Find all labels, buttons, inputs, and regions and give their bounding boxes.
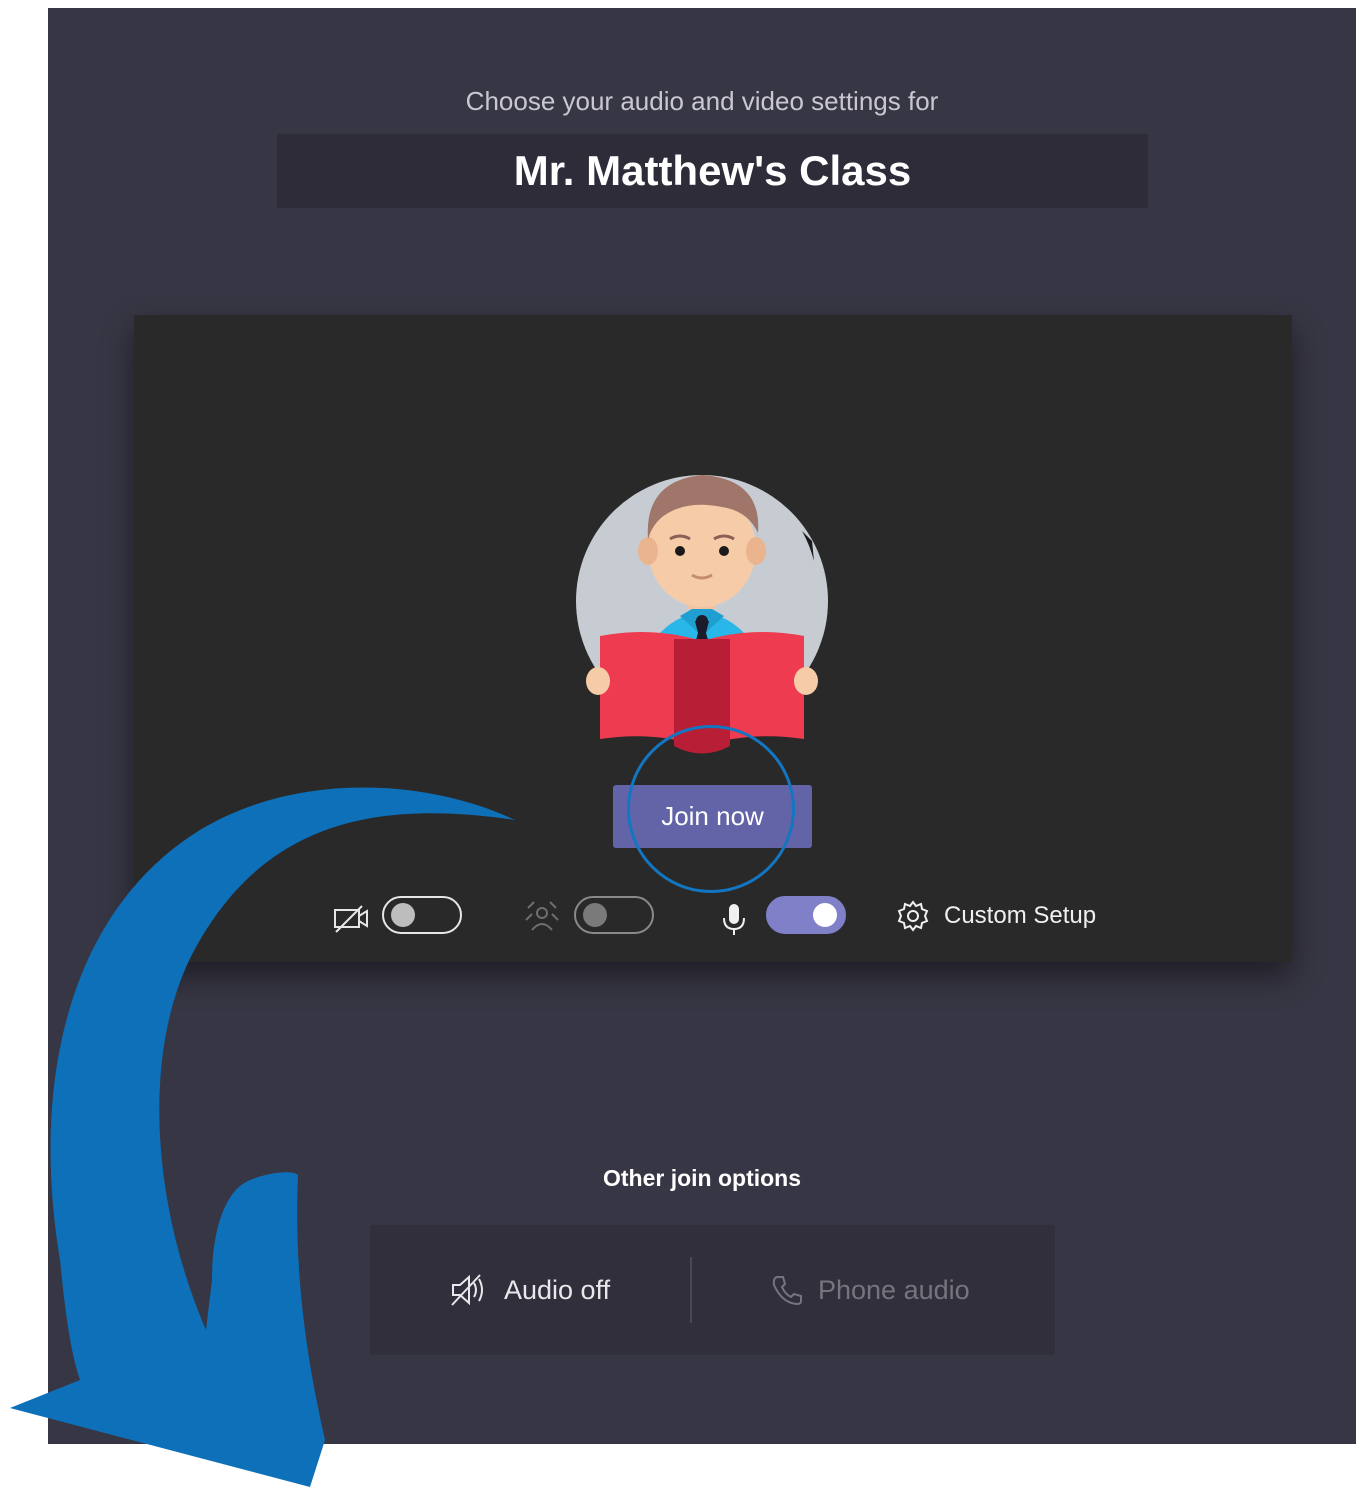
gear-icon (897, 900, 929, 932)
microphone-icon (714, 898, 754, 938)
custom-setup-button[interactable]: Custom Setup (896, 896, 1096, 936)
background-blur-toggle-knob (583, 903, 607, 927)
meeting-title: Mr. Matthew's Class (513, 147, 912, 194)
other-join-options-heading: Other join options (602, 1165, 802, 1191)
background-blur-icon (522, 898, 562, 938)
settings-subtitle: Choose your audio and video settings for (465, 86, 939, 116)
meeting-title-box: Mr. Matthew's Class (277, 134, 1148, 208)
phone-audio-label: Phone audio (818, 1274, 970, 1305)
avatar (562, 461, 842, 761)
options-divider (690, 1257, 692, 1323)
phone-icon (772, 1276, 802, 1306)
camera-toggle[interactable] (382, 896, 462, 934)
pre-join-screen: Choose your audio and video settings for… (48, 8, 1356, 1444)
audio-off-label: Audio off (504, 1274, 611, 1305)
other-join-options: Audio off Phone audio (370, 1225, 1055, 1355)
audio-off-button[interactable]: Audio off (450, 1225, 610, 1355)
phone-audio-button[interactable]: Phone audio (770, 1225, 970, 1355)
speaker-off-icon (451, 1274, 483, 1306)
microphone-toggle[interactable] (766, 896, 846, 934)
camera-toggle-knob (391, 903, 415, 927)
join-now-button[interactable]: Join now (613, 785, 812, 848)
custom-setup-label: Custom Setup (944, 902, 1097, 929)
teacher-reading-illustration (576, 475, 828, 754)
microphone-toggle-knob (813, 903, 837, 927)
video-preview: Join now Custom Setup (134, 315, 1292, 962)
camera-off-icon (332, 898, 372, 938)
background-blur-toggle[interactable] (574, 896, 654, 934)
device-controls: Custom Setup (134, 890, 1292, 946)
